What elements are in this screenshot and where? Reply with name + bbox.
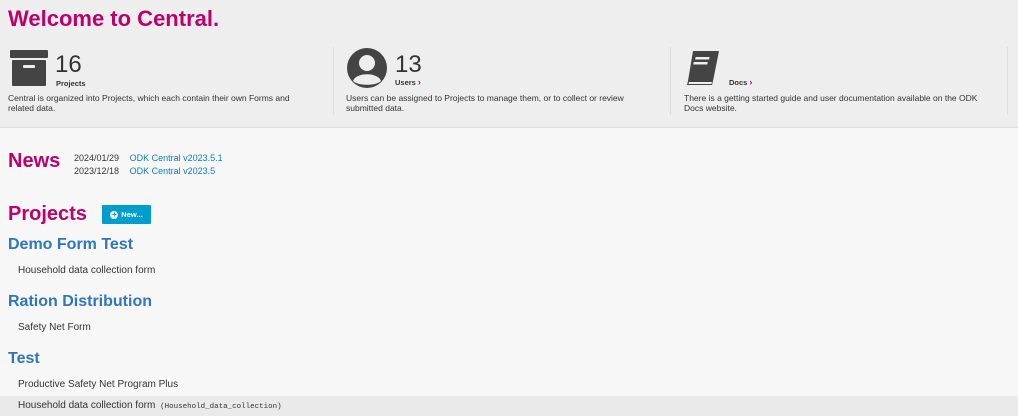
chevron-right-icon: › [417, 77, 421, 87]
projects-label: Projects [56, 79, 86, 88]
projects-description: Central is organized into Projects, whic… [8, 93, 290, 113]
form-name: Household data collection form [18, 400, 156, 411]
projects-count: 16 [55, 51, 82, 78]
news-item: 2024/01/29 ODK Central v2023.5.1 [74, 153, 223, 163]
docs-link[interactable]: Docs › [729, 77, 752, 87]
archive-box-icon [10, 50, 48, 91]
users-description: Users can be assigned to Projects to man… [346, 93, 624, 113]
docs-summary: Docs › There is a getting started guide a… [670, 47, 1008, 115]
docs-label: Docs [729, 78, 748, 87]
projects-summary: 16 Projects Central is organized into Pr… [0, 47, 333, 115]
welcome-hero: Welcome to Central. 16 Projects Central … [0, 0, 1018, 128]
projects-heading: Projects [8, 203, 87, 225]
news-item: 2023/12/18 ODK Central v2023.5 [74, 166, 215, 176]
form-name: Productive Safety Net Program Plus [18, 379, 179, 390]
form-row[interactable]: Household data collection form (Househol… [0, 396, 1018, 416]
news-heading: News [8, 150, 61, 172]
users-link[interactable]: Users › [395, 77, 421, 87]
user-circle-icon [346, 47, 388, 94]
users-label: Users [395, 78, 416, 87]
form-name: Household data collection form [18, 265, 156, 276]
project-name[interactable]: Ration Distribution [8, 293, 152, 311]
form-row[interactable]: Household data collection form [18, 265, 155, 276]
news-link[interactable]: ODK Central v2023.5.1 [130, 153, 223, 163]
project-name[interactable]: Test [8, 350, 40, 368]
page-title: Welcome to Central. [8, 6, 220, 31]
new-project-button[interactable]: + New... [102, 205, 151, 224]
news-date: 2024/01/29 [74, 153, 120, 163]
form-id: (Household_data_collection) [160, 403, 282, 411]
new-project-label: New... [121, 210, 143, 219]
news-date: 2023/12/18 [74, 166, 120, 176]
form-name: Safety Net Form [18, 322, 91, 333]
form-row[interactable]: Productive Safety Net Program Plus [18, 379, 178, 390]
book-icon [684, 49, 722, 92]
plus-circle-icon: + [110, 209, 119, 219]
form-row[interactable]: Safety Net Form [18, 322, 91, 333]
project-name[interactable]: Demo Form Test [8, 236, 133, 254]
docs-description: There is a getting started guide and use… [684, 93, 978, 113]
news-link[interactable]: ODK Central v2023.5 [130, 166, 216, 176]
chevron-right-icon: › [749, 77, 753, 87]
users-count: 13 [395, 51, 422, 78]
users-summary: 13 Users › Users can be assigned to Proje… [333, 47, 670, 115]
